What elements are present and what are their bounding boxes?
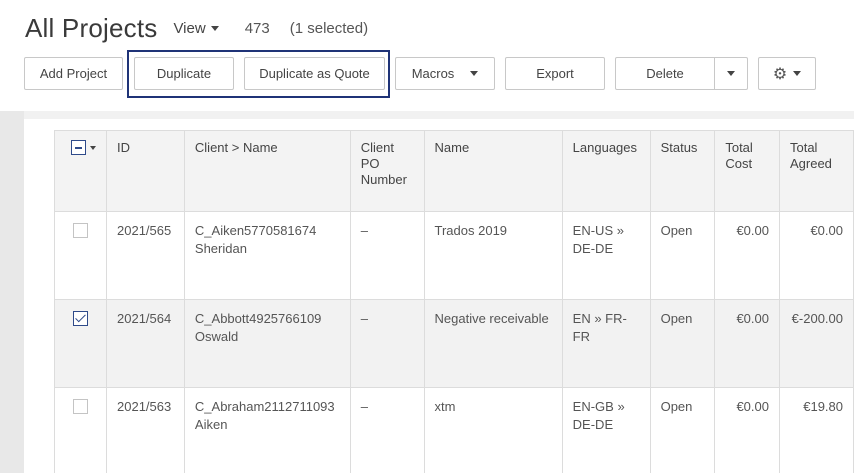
cell-client-name[interactable]: C_Abbott4925766109 Oswald <box>183 299 351 388</box>
select-all-checkbox[interactable] <box>71 140 86 155</box>
macros-label: Macros <box>411 66 455 81</box>
view-dropdown[interactable]: View <box>173 19 219 37</box>
cell-client-name[interactable]: C_Abraham2112711093 Aiken <box>183 387 351 473</box>
cell-name[interactable]: xtm <box>423 387 563 473</box>
cell-client-po: – <box>349 211 425 300</box>
cell-client-name[interactable]: C_Aiken5770581674 Sheridan <box>183 211 351 300</box>
macros-dropdown-button[interactable]: Macros <box>395 57 495 90</box>
view-label: View <box>173 19 206 37</box>
chevron-down-icon[interactable] <box>90 145 96 150</box>
add-project-button[interactable]: Add Project <box>24 57 123 90</box>
projects-table: ID Client > Name Client PO Number Name L… <box>54 130 854 473</box>
cell-name[interactable]: Negative receivable <box>423 299 563 388</box>
cell-name[interactable]: Trados 2019 <box>423 211 563 300</box>
column-header-name[interactable]: Name <box>423 130 563 212</box>
table-row[interactable]: 2021/564 C_Abbott4925766109 Oswald – Neg… <box>54 299 854 388</box>
column-header-id[interactable]: ID <box>106 130 185 212</box>
cell-languages: EN-GB » DE-DE <box>561 387 651 473</box>
duplicate-as-quote-button[interactable]: Duplicate as Quote <box>244 57 385 90</box>
cell-id: 2021/565 <box>106 211 185 300</box>
page-header: All Projects View 473 (1 selected) <box>25 10 368 46</box>
cell-total-cost: €0.00 <box>714 299 780 388</box>
row-select-cell[interactable] <box>54 299 107 388</box>
chevron-down-icon <box>727 71 735 76</box>
cell-languages: EN-US » DE-DE <box>561 211 651 300</box>
chevron-down-icon <box>210 25 219 31</box>
cell-total-agreed: €19.80 <box>778 387 854 473</box>
page-title: All Projects <box>25 12 158 43</box>
cell-client-po: – <box>349 387 425 473</box>
column-header-status[interactable]: Status <box>649 130 716 212</box>
row-select-cell[interactable] <box>54 387 107 473</box>
column-header-client-po[interactable]: Client PO Number <box>349 130 425 212</box>
cell-status: Open <box>649 299 716 388</box>
selected-count: (1 selected) <box>289 19 369 37</box>
delete-button[interactable]: Delete <box>615 57 715 90</box>
table-row[interactable]: 2021/563 C_Abraham2112711093 Aiken – xtm… <box>54 387 854 473</box>
select-all-header[interactable] <box>54 130 107 212</box>
cell-languages: EN » FR-FR <box>561 299 651 388</box>
column-header-languages[interactable]: Languages <box>561 130 651 212</box>
cell-id: 2021/564 <box>106 299 185 388</box>
cell-id: 2021/563 <box>106 387 185 473</box>
table-header-row: ID Client > Name Client PO Number Name L… <box>54 130 854 212</box>
gear-icon: ⚙ <box>772 65 788 83</box>
cell-total-agreed: €-200.00 <box>778 299 854 388</box>
cell-client-po: – <box>349 299 425 388</box>
duplicate-button[interactable]: Duplicate <box>134 57 234 90</box>
column-header-total-cost[interactable]: Total Cost <box>714 130 780 212</box>
chevron-down-icon <box>793 71 802 76</box>
chevron-down-icon <box>470 71 479 76</box>
delete-options-button[interactable] <box>714 57 748 90</box>
left-strip <box>0 111 24 473</box>
row-checkbox[interactable] <box>73 311 88 326</box>
project-count: 473 <box>244 19 270 37</box>
cell-status: Open <box>649 387 716 473</box>
cell-status: Open <box>649 211 716 300</box>
cell-total-cost: €0.00 <box>714 211 780 300</box>
row-checkbox[interactable] <box>73 399 88 414</box>
row-select-cell[interactable] <box>54 211 107 300</box>
table-row[interactable]: 2021/565 C_Aiken5770581674 Sheridan – Tr… <box>54 211 854 300</box>
column-header-client-name[interactable]: Client > Name <box>183 130 351 212</box>
cell-total-agreed: €0.00 <box>778 211 854 300</box>
row-checkbox[interactable] <box>73 223 88 238</box>
column-header-total-agreed[interactable]: Total Agreed <box>778 130 854 212</box>
cell-total-cost: €0.00 <box>714 387 780 473</box>
export-button[interactable]: Export <box>505 57 605 90</box>
settings-dropdown-button[interactable]: ⚙ <box>758 57 816 90</box>
